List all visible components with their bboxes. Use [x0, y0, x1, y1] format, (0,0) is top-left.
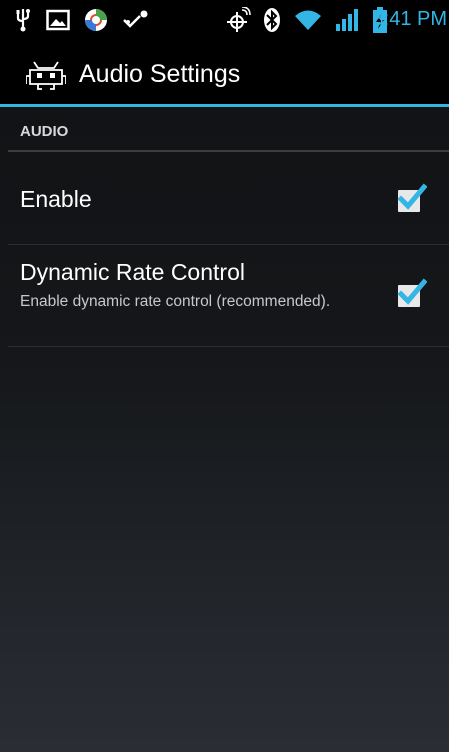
status-time: 3:41 PM: [372, 8, 447, 30]
gps-icon: [227, 6, 251, 37]
bluetooth-icon: [263, 7, 281, 37]
cell-signal-icon: [335, 8, 361, 36]
retroarch-invader-icon[interactable]: [25, 58, 67, 94]
checkmark-icon: [397, 278, 427, 305]
action-bar-divider: [0, 104, 449, 107]
signal-path-icon: [122, 10, 150, 34]
usb-icon: [14, 7, 32, 37]
app-icon: [84, 8, 108, 36]
action-bar-title: Audio Settings: [79, 60, 241, 88]
enable-checkbox[interactable]: [397, 183, 427, 212]
preference-summary: Enable dynamic rate control (recommended…: [20, 293, 331, 310]
wifi-icon: [293, 8, 323, 36]
preference-dynamic-rate-control[interactable]: Dynamic Rate Control Enable dynamic rate…: [8, 245, 449, 346]
category-header: AUDIO: [20, 123, 69, 140]
preference-title: Dynamic Rate Control: [20, 259, 245, 285]
action-bar: Audio Settings: [0, 44, 449, 105]
preference-divider: [8, 346, 449, 347]
status-icons-left: [14, 7, 150, 37]
dynamic-rate-control-checkbox[interactable]: [397, 278, 427, 307]
image-icon: [46, 9, 70, 35]
checkmark-icon: [397, 183, 427, 210]
status-bar: 3:41 PM: [0, 0, 449, 44]
preference-enable[interactable]: Enable: [8, 152, 449, 244]
preference-title: Enable: [20, 186, 92, 212]
status-icons-right: [227, 6, 387, 37]
